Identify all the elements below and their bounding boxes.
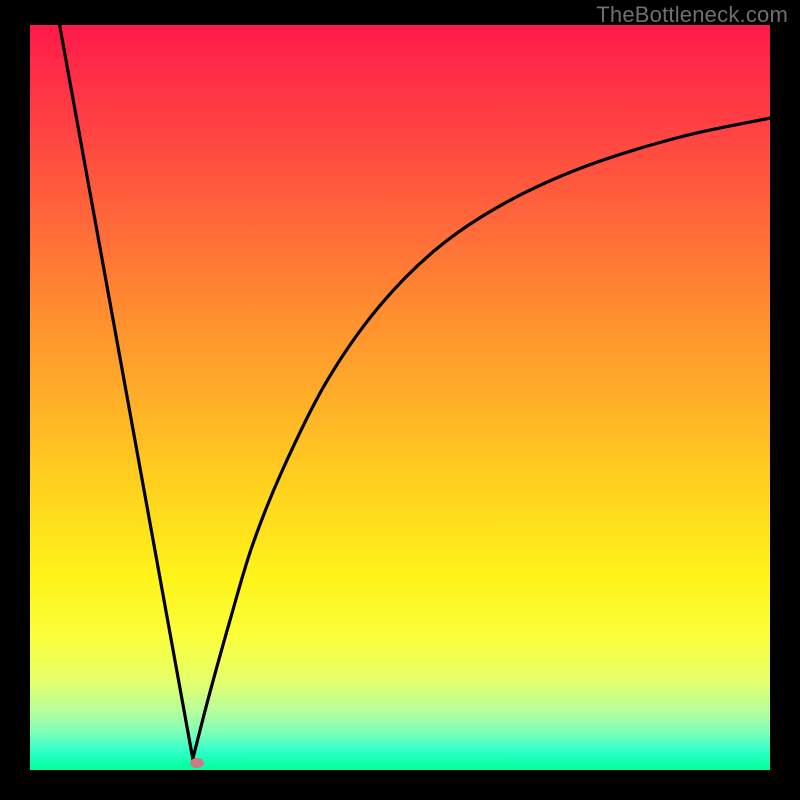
plot-area [30, 25, 770, 770]
curve-left-branch [60, 25, 193, 759]
chart-canvas: TheBottleneck.com [0, 0, 800, 800]
minimum-marker [190, 758, 204, 768]
watermark-text: TheBottleneck.com [596, 2, 788, 28]
curve-layer [30, 25, 770, 770]
curve-right-branch [193, 118, 770, 759]
